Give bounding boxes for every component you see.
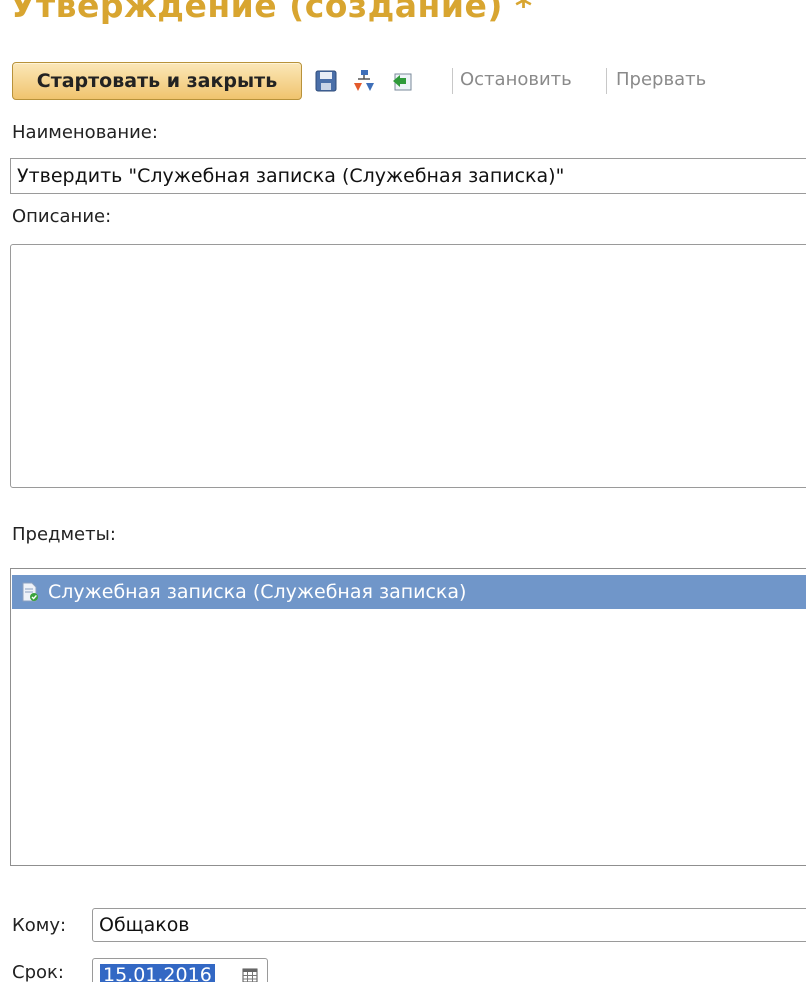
route-icon[interactable] [350, 67, 378, 95]
toolbar: Стартовать и закрыть Остановить Прервать [12, 62, 802, 102]
start-and-close-button[interactable]: Стартовать и закрыть [12, 62, 302, 100]
name-label: Наименование: [12, 122, 158, 143]
toolbar-separator [606, 68, 607, 94]
save-icon[interactable] [312, 67, 340, 95]
toolbar-separator [452, 68, 453, 94]
to-label: Кому: [12, 915, 67, 936]
list-item[interactable]: Служебная записка (Служебная записка) [12, 575, 806, 609]
due-label: Срок: [12, 962, 64, 982]
list-item-label: Служебная записка (Служебная записка) [48, 581, 467, 603]
document-approved-icon [20, 582, 40, 602]
subjects-list[interactable]: Служебная записка (Служебная записка) [10, 568, 806, 866]
name-input[interactable]: Утвердить "Служебная записка (Служебная … [10, 158, 806, 194]
window-title: Утверждение (создание) * [10, 0, 533, 25]
description-textarea[interactable] [10, 244, 806, 488]
to-input[interactable]: Общаков [92, 908, 806, 942]
stop-button[interactable]: Остановить [460, 69, 572, 90]
calendar-icon[interactable] [239, 964, 261, 982]
due-date-value: 15.01.2016 [100, 964, 215, 982]
description-label: Описание: [12, 206, 112, 227]
due-date-input[interactable]: 15.01.2016 [92, 958, 268, 982]
abort-button[interactable]: Прервать [616, 69, 706, 90]
form-window: Утверждение (создание) * Стартовать и за… [0, 0, 806, 982]
back-icon[interactable] [388, 67, 416, 95]
subjects-label: Предметы: [12, 524, 116, 545]
